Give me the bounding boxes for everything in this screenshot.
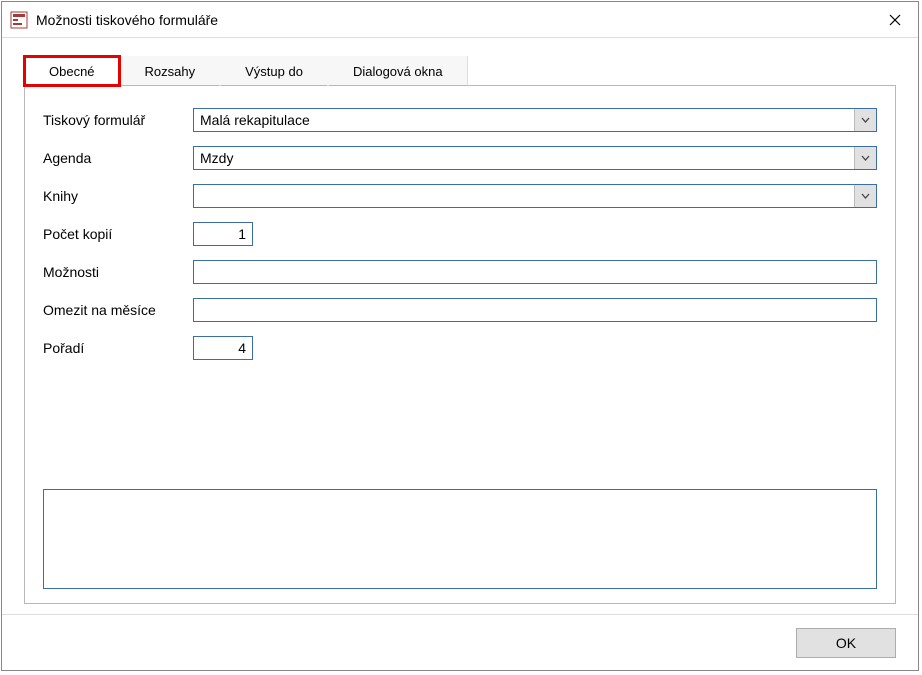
row-print-form: Tiskový formulář Malá rekapitulace (43, 108, 877, 132)
input-copies[interactable]: 1 (193, 222, 253, 246)
tab-output[interactable]: Výstup do (220, 56, 328, 86)
row-copies: Počet kopií 1 (43, 222, 877, 246)
spacer (43, 374, 877, 481)
window-title: Možnosti tiskového formuláře (36, 12, 872, 28)
chevron-down-icon[interactable] (854, 147, 876, 169)
input-options[interactable] (193, 260, 877, 284)
row-order: Pořadí 4 (43, 336, 877, 360)
tab-strip: Obecné Rozsahy Výstup do Dialogová okna (24, 56, 896, 86)
tab-ranges[interactable]: Rozsahy (120, 56, 221, 86)
tab-label: Rozsahy (145, 64, 196, 79)
row-months: Omezit na měsíce (43, 298, 877, 322)
combo-agenda[interactable]: Mzdy (193, 146, 877, 170)
tab-dialogs[interactable]: Dialogová okna (328, 56, 468, 86)
row-books: Knihy (43, 184, 877, 208)
notes-textarea[interactable] (43, 489, 877, 589)
tab-label: Dialogová okna (353, 64, 443, 79)
label-options: Možnosti (43, 264, 193, 280)
label-copies: Počet kopií (43, 226, 193, 242)
app-icon (10, 11, 28, 29)
row-options: Možnosti (43, 260, 877, 284)
label-agenda: Agenda (43, 150, 193, 166)
combo-print-form-value[interactable]: Malá rekapitulace (194, 109, 854, 131)
combo-agenda-value[interactable]: Mzdy (194, 147, 854, 169)
label-books: Knihy (43, 188, 193, 204)
combo-books-value[interactable] (194, 185, 854, 207)
label-print-form: Tiskový formulář (43, 112, 193, 128)
row-agenda: Agenda Mzdy (43, 146, 877, 170)
input-months[interactable] (193, 298, 877, 322)
chevron-down-icon[interactable] (854, 109, 876, 131)
chevron-down-icon[interactable] (854, 185, 876, 207)
tab-label: Obecné (49, 64, 95, 79)
combo-print-form[interactable]: Malá rekapitulace (193, 108, 877, 132)
ok-button-label: OK (836, 635, 856, 651)
label-order: Pořadí (43, 340, 193, 356)
dialog-window: Možnosti tiskového formuláře Obecné Rozs… (1, 1, 919, 671)
input-order[interactable]: 4 (193, 336, 253, 360)
tab-label: Výstup do (245, 64, 303, 79)
close-button[interactable] (872, 2, 918, 38)
ok-button[interactable]: OK (796, 628, 896, 658)
tab-panel-general: Tiskový formulář Malá rekapitulace Agend… (24, 86, 896, 604)
footer: OK (2, 614, 918, 670)
content-area: Obecné Rozsahy Výstup do Dialogová okna … (2, 38, 918, 614)
tab-general[interactable]: Obecné (24, 56, 120, 86)
label-months: Omezit na měsíce (43, 302, 193, 318)
combo-books[interactable] (193, 184, 877, 208)
titlebar: Možnosti tiskového formuláře (2, 2, 918, 38)
